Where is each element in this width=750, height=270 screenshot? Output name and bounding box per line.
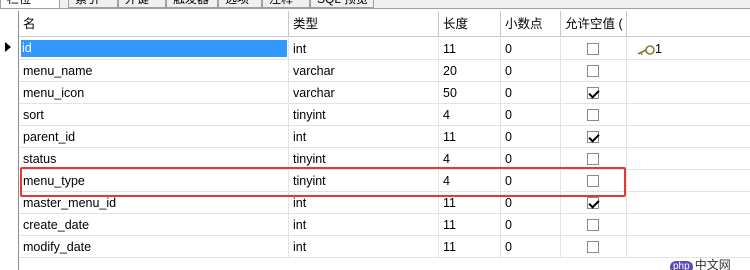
cell-nullable xyxy=(561,236,627,257)
fields-grid: 名 类型 长度 小数点 允许空值 ( id int 11 0 1 menu_name var… xyxy=(18,11,750,270)
cell-type[interactable]: tinyint xyxy=(289,104,439,125)
cell-decimals[interactable]: 0 xyxy=(501,82,561,103)
cell-length[interactable]: 50 xyxy=(439,82,501,103)
cell-name[interactable]: menu_name xyxy=(19,60,289,81)
tab-indexes[interactable]: 索引 xyxy=(68,0,118,8)
table-row[interactable]: id int 11 0 1 xyxy=(19,38,750,60)
tab-fields[interactable]: 栏位 xyxy=(0,0,60,8)
table-row[interactable]: create_date int 11 0 xyxy=(19,214,750,236)
row-indicator-column xyxy=(0,11,18,270)
cell-decimals[interactable]: 0 xyxy=(501,148,561,169)
tab-sql-preview[interactable]: SQL 预览 xyxy=(310,0,374,8)
tab-options[interactable]: 选项 xyxy=(218,0,262,8)
cell-nullable xyxy=(561,104,627,125)
cell-type[interactable]: int xyxy=(289,126,439,147)
cell-length[interactable]: 4 xyxy=(439,104,501,125)
cell-name[interactable]: id xyxy=(19,38,289,59)
cell-type[interactable]: int xyxy=(289,38,439,59)
cell-name[interactable]: status xyxy=(19,148,289,169)
header-name[interactable]: 名 xyxy=(19,11,289,37)
cell-length[interactable]: 11 xyxy=(439,126,501,147)
cell-type[interactable]: int xyxy=(289,236,439,257)
cell-nullable xyxy=(561,126,627,147)
nullable-checkbox[interactable] xyxy=(587,65,599,77)
table-row[interactable]: sort tinyint 4 0 xyxy=(19,104,750,126)
table-row[interactable]: menu_icon varchar 50 0 xyxy=(19,82,750,104)
cell-decimals[interactable]: 0 xyxy=(501,126,561,147)
cell-nullable xyxy=(561,60,627,81)
header-key xyxy=(627,11,750,37)
cell-length[interactable]: 11 xyxy=(439,38,501,59)
nullable-checkbox[interactable] xyxy=(587,43,599,55)
nullable-checkbox[interactable] xyxy=(587,87,599,99)
cell-decimals[interactable]: 0 xyxy=(501,60,561,81)
cell-decimals[interactable]: 0 xyxy=(501,214,561,235)
nullable-checkbox[interactable] xyxy=(587,241,599,253)
cell-key[interactable] xyxy=(627,82,750,103)
cell-name[interactable]: sort xyxy=(19,104,289,125)
header-type[interactable]: 类型 xyxy=(289,11,439,37)
table-row[interactable]: modify_date int 11 0 xyxy=(19,236,750,258)
grid-header: 名 类型 长度 小数点 允许空值 ( xyxy=(19,11,750,37)
cell-key[interactable] xyxy=(627,214,750,235)
header-nullable[interactable]: 允许空值 ( xyxy=(561,11,627,37)
cell-type[interactable]: varchar xyxy=(289,60,439,81)
cell-decimals[interactable]: 0 xyxy=(501,104,561,125)
cell-decimals[interactable]: 0 xyxy=(501,236,561,257)
nullable-checkbox[interactable] xyxy=(587,109,599,121)
row-pointer-icon xyxy=(5,42,11,52)
selected-name-text[interactable]: id xyxy=(21,40,287,57)
watermark-text: 中文网 xyxy=(694,258,731,270)
key-icon xyxy=(637,44,655,55)
nullable-checkbox[interactable] xyxy=(587,131,599,143)
cell-length[interactable]: 4 xyxy=(439,148,501,169)
header-length[interactable]: 长度 xyxy=(439,11,501,37)
cell-length[interactable]: 20 xyxy=(439,60,501,81)
cell-key[interactable] xyxy=(627,126,750,147)
tab-foreign-keys[interactable]: 外键 xyxy=(118,0,166,8)
cell-nullable xyxy=(561,148,627,169)
cell-name[interactable]: modify_date xyxy=(19,236,289,257)
cell-key[interactable] xyxy=(627,192,750,213)
cell-decimals[interactable]: 0 xyxy=(501,38,561,59)
primary-key-marker: 1 xyxy=(637,41,662,57)
cell-key[interactable] xyxy=(627,148,750,169)
nullable-checkbox[interactable] xyxy=(587,197,599,209)
highlight-box xyxy=(20,167,626,197)
cell-type[interactable]: int xyxy=(289,214,439,235)
cell-name[interactable]: menu_icon xyxy=(19,82,289,103)
cell-key[interactable] xyxy=(627,60,750,81)
nullable-checkbox[interactable] xyxy=(587,219,599,231)
watermark: php 中文网 xyxy=(670,258,731,270)
table-row[interactable]: parent_id int 11 0 xyxy=(19,126,750,148)
tab-comments[interactable]: 注释 xyxy=(262,0,310,8)
cell-name[interactable]: parent_id xyxy=(19,126,289,147)
tab-triggers[interactable]: 触发器 xyxy=(166,0,218,8)
cell-length[interactable]: 11 xyxy=(439,214,501,235)
cell-nullable xyxy=(561,214,627,235)
cell-key[interactable] xyxy=(627,236,750,257)
cell-type[interactable]: varchar xyxy=(289,82,439,103)
cell-nullable xyxy=(561,82,627,103)
cell-type[interactable]: tinyint xyxy=(289,148,439,169)
watermark-badge: php xyxy=(670,261,693,270)
nullable-checkbox[interactable] xyxy=(587,153,599,165)
cell-nullable xyxy=(561,38,627,59)
table-row[interactable]: menu_name varchar 20 0 xyxy=(19,60,750,82)
cell-name[interactable]: create_date xyxy=(19,214,289,235)
tab-bar: 栏位 索引 外键 触发器 选项 注释 SQL 预览 xyxy=(0,0,750,9)
key-order: 1 xyxy=(655,42,662,56)
cell-key[interactable] xyxy=(627,104,750,125)
cell-length[interactable]: 11 xyxy=(439,236,501,257)
cell-key[interactable]: 1 xyxy=(627,38,750,59)
header-decimals[interactable]: 小数点 xyxy=(501,11,561,37)
cell-key[interactable] xyxy=(627,170,750,191)
